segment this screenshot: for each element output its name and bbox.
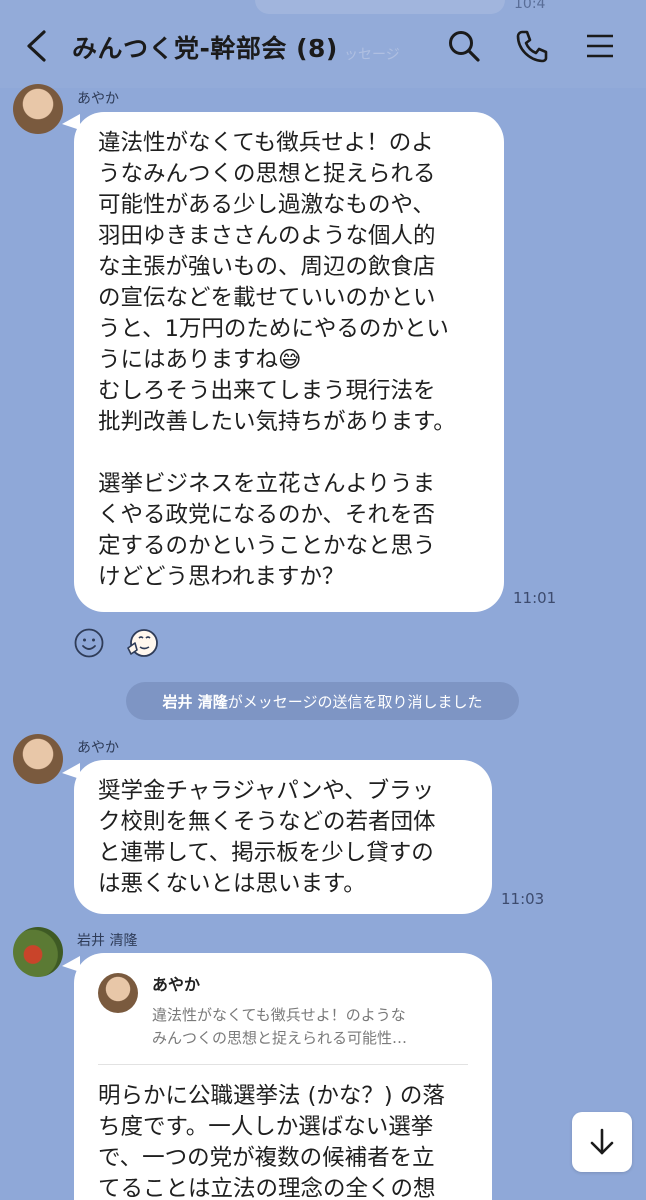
reply-text-line: 違法性がなくても徴兵せよ！のような [152,1006,406,1024]
add-reaction-button[interactable] [72,626,106,660]
message-line: ク校則を無くそうなどの若者団体 [98,809,436,835]
header-ghost-text: ッセージ [344,47,400,63]
call-button[interactable] [512,26,552,66]
chat-title: みんつく党-幹部会 (8) [72,34,338,63]
menu-button[interactable] [580,26,620,66]
back-button[interactable] [18,26,54,66]
phone-icon [516,30,548,63]
message-line: うにはありますね😅 [98,347,302,373]
previous-message-fragment [255,0,505,14]
reply-avatar [98,973,138,1013]
message-line: は悪くないとは思います。 [98,871,366,897]
sticker-reaction-icon [127,629,158,657]
menu-icon [587,34,613,58]
chevron-left-icon [27,30,46,62]
message-line: 定するのかということかなと思う [98,533,436,559]
avatar[interactable] [13,927,63,977]
message-time: 11:01 [513,589,557,607]
system-message-name: 岩井 清隆 [162,692,228,711]
arrow-down-icon [590,1128,614,1155]
message-line: うなみんつくの思想と捉えられる [98,161,436,187]
search-icon [449,31,480,62]
sender-name: あやか [77,740,119,756]
message-line: 違法性がなくても徴兵せよ！のよ [98,130,434,156]
message-line: 明らかに公職選挙法 (かな？) の落 [98,1083,445,1109]
message-line: うと、1万円のためにやるのかとい [98,316,449,342]
sender-name: 岩井 清隆 [77,933,138,949]
reply-sender-name: あやか [152,975,201,994]
smiley-add-icon [74,628,104,658]
message-bubble[interactable]: 奨学金チャラジャパンや、ブラッ ク校則を無くそうなどの若者団体 と連帯して、掲示… [74,760,492,914]
message-line: 批判改善したい気持ちがあります。 [98,409,456,435]
previous-message-time: 10:4 [514,0,546,12]
avatar[interactable] [13,84,63,134]
sender-name: あやか [77,91,119,107]
message-line: 羽田ゆきまささんのような個人的 [98,223,436,249]
message-line: な主張が強いもの、周辺の飲食店 [98,254,436,280]
message-bubble[interactable]: 違法性がなくても徴兵せよ！のよ うなみんつくの思想と捉えられる 可能性がある少し… [74,112,504,612]
message-line: てることは立法の理念の全くの想 [98,1176,436,1200]
system-message: 岩井 清隆 がメッセージの送信を取り消しました [126,682,519,720]
search-button[interactable] [444,26,484,66]
message-line: くやる政党になるのか、それを否 [98,502,436,528]
system-message-text: がメッセージの送信を取り消しました [227,692,483,711]
message-line: の宣伝などを載せていいのかとい [98,285,436,311]
message-line: 可能性がある少し過激なものや、 [98,192,435,218]
message-line: けどどう思われますか？ [98,564,345,590]
scroll-to-bottom-button[interactable] [572,1112,632,1172]
message-bubble[interactable]: あやか 違法性がなくても徴兵せよ！のような みんつくの思想と捉えられる可能性… … [74,953,492,1200]
reply-text-line: みんつくの思想と捉えられる可能性… [152,1029,408,1047]
message-line: 選挙ビジネスを立花さんよりうま [98,471,436,497]
reply-preview[interactable]: あやか 違法性がなくても徴兵せよ！のような みんつくの思想と捉えられる可能性… [98,969,468,1065]
message-time: 11:03 [501,890,545,908]
message-line: 奨学金チャラジャパンや、ブラッ [98,778,435,804]
message-line: で、一つの党が複数の候補者を立 [98,1145,435,1171]
avatar[interactable] [13,734,63,784]
sticker-reaction-button[interactable] [125,626,159,660]
message-line: と連帯して、掲示板を少し貸すの [98,840,434,866]
message-line: ち度です。一人しか選ばない選挙 [98,1114,434,1140]
message-line: むしろそう出来てしまう現行法を [98,378,436,404]
chat-header: 10:4 みんつく党-幹部会 (8) ッセージ [0,0,646,88]
